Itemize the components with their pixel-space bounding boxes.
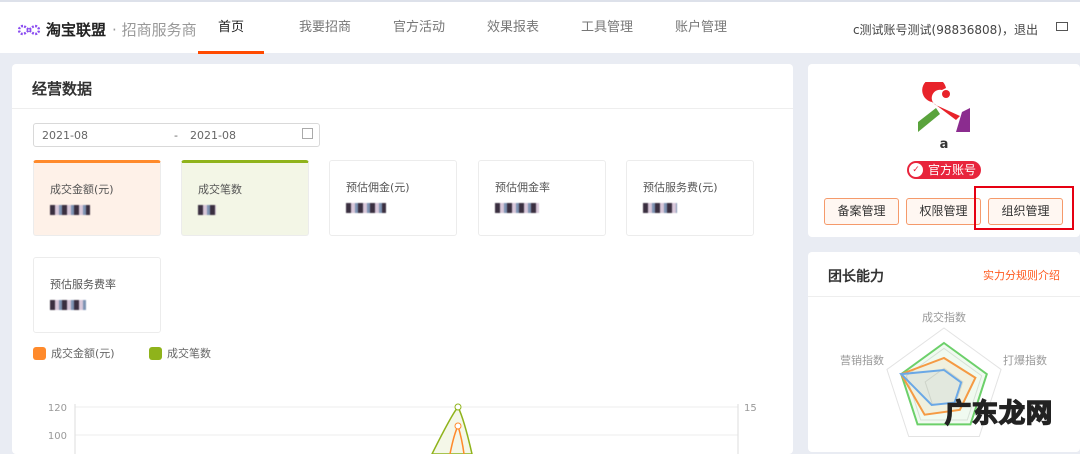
watermark: 广东龙网	[944, 398, 1054, 430]
nav-reports[interactable]: 效果报表	[480, 2, 546, 53]
filing-management-button[interactable]: 备案管理	[824, 198, 899, 225]
card-title: 团长能力	[828, 269, 884, 285]
metric-card[interactable]: 成交金额(元)	[33, 160, 161, 236]
nav-activities[interactable]: 官方活动	[386, 2, 452, 53]
top-header: 淘宝联盟 · 招商服务商 首页 我要招商 官方活动 效果报表 工具管理 账户管理…	[0, 0, 1080, 54]
metric-label: 成交金额(元)	[50, 183, 114, 196]
date-end: 2021-08	[190, 129, 236, 142]
date-start: 2021-08	[42, 129, 88, 142]
left-tick-label: 100	[48, 431, 67, 442]
user-logout-link[interactable]: c测试账号测试(98836808)，退出	[853, 21, 1038, 38]
legend-amount[interactable]: 成交金额(元)	[33, 345, 115, 361]
badge-label: 官方账号	[928, 163, 977, 177]
permission-management-button[interactable]: 权限管理	[906, 198, 981, 225]
legend-count[interactable]: 成交笔数	[149, 345, 211, 361]
metric-value-blurred	[50, 205, 90, 215]
trend-chart: 120 100 15	[48, 403, 757, 454]
brand-name: 淘宝联盟	[46, 21, 107, 39]
metric-label: 预估服务费率	[50, 278, 116, 291]
divider	[808, 296, 1080, 297]
metric-card[interactable]: 预估服务费率	[33, 257, 161, 333]
highlight-box	[974, 186, 1074, 230]
right-tick-label: 15	[744, 403, 757, 414]
score-rules-link[interactable]: 实力分规则介绍	[983, 267, 1060, 283]
nav-tools[interactable]: 工具管理	[574, 2, 640, 53]
shield-check-icon: ✓	[909, 163, 923, 177]
metric-value-blurred	[50, 300, 86, 310]
left-tick-label: 120	[48, 403, 67, 414]
metric-value-blurred	[346, 203, 386, 213]
metric-label: 预估服务费(元)	[643, 181, 718, 194]
radar-axis-label: 打爆指数	[1003, 353, 1047, 367]
business-data-card: 经营数据 2021-08 - 2021-08 成交金额(元) 成交笔数 预估佣金…	[12, 64, 793, 454]
account-name: a	[939, 137, 949, 152]
metric-value-blurred	[198, 205, 216, 215]
nav-home[interactable]: 首页	[198, 2, 264, 54]
legend-label: 成交笔数	[167, 347, 211, 360]
data-point-count[interactable]	[454, 403, 462, 411]
main-nav: 首页 我要招商 官方活动 效果报表 工具管理 账户管理	[198, 2, 762, 54]
nav-account[interactable]: 账户管理	[668, 2, 734, 53]
brand-subtitle: · 招商服务商	[112, 21, 197, 39]
data-point-amount[interactable]	[454, 422, 462, 430]
card-title: 经营数据	[32, 80, 93, 98]
metric-label: 预估佣金率	[495, 181, 550, 194]
legend-swatch	[33, 346, 46, 360]
metric-card[interactable]: 预估佣金(元)	[329, 160, 457, 236]
metric-value-blurred	[643, 203, 677, 213]
metric-card[interactable]: 成交笔数	[181, 160, 309, 236]
nav-recruit[interactable]: 我要招商	[292, 2, 358, 53]
legend-swatch	[149, 346, 162, 360]
brand-logo[interactable]: 淘宝联盟 · 招商服务商	[17, 19, 197, 40]
metric-label: 成交笔数	[198, 183, 242, 196]
date-separator: -	[174, 129, 178, 142]
infinity-logo-icon	[17, 24, 41, 35]
mail-icon[interactable]	[1056, 22, 1068, 31]
date-range-picker[interactable]: 2021-08 - 2021-08	[33, 123, 320, 147]
radar-axis-label: 营销指数	[840, 353, 884, 367]
avatar	[918, 82, 970, 132]
legend-label: 成交金额(元)	[51, 347, 115, 360]
official-account-badge: ✓ 官方账号	[907, 161, 981, 179]
metric-card[interactable]: 预估佣金率	[478, 160, 606, 236]
metric-label: 预估佣金(元)	[346, 181, 410, 194]
metric-value-blurred	[495, 203, 539, 213]
divider	[12, 108, 793, 109]
metric-card[interactable]: 预估服务费(元)	[626, 160, 754, 236]
calendar-icon	[302, 128, 313, 139]
radar-axis-label: 成交指数	[922, 310, 966, 324]
